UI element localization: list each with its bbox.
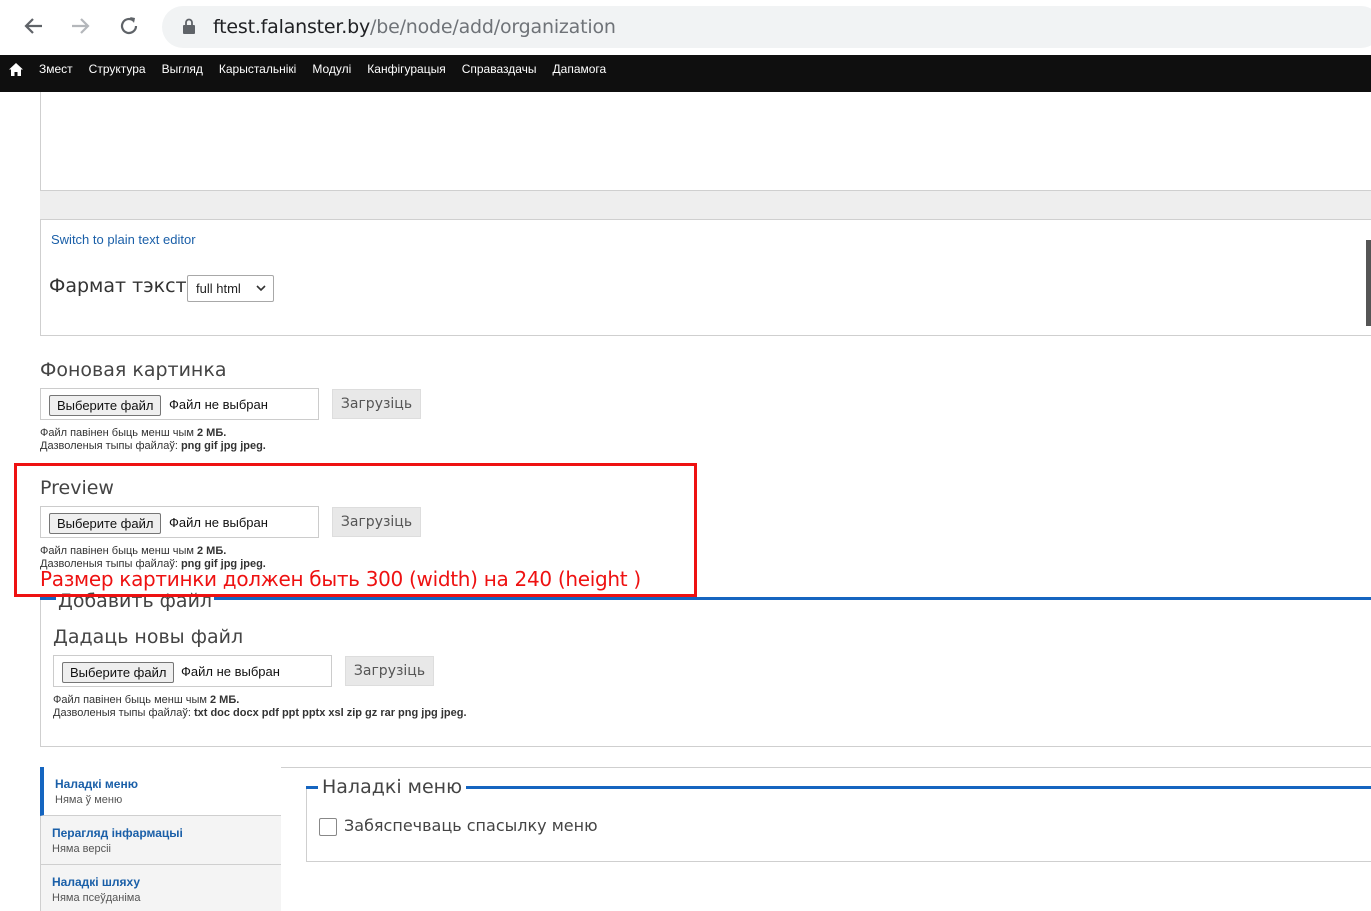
toolbar-item-structure[interactable]: Структура bbox=[89, 62, 146, 76]
annotation-text: Размер картинки должен быть 300 (width) … bbox=[40, 567, 641, 591]
home-icon[interactable] bbox=[9, 63, 23, 76]
background-image-choose-button[interactable]: Выберите файл bbox=[49, 395, 162, 416]
add-new-file-label: Дадаць новы файл bbox=[53, 626, 244, 648]
background-image-file-input[interactable]: Выберите файл Файл не выбран bbox=[40, 388, 319, 420]
url-text: ftest.falanster.by/be/node/add/organizat… bbox=[213, 16, 616, 38]
vertical-tabs-top-border bbox=[281, 767, 1371, 768]
vtab-summary: Няма ў меню bbox=[55, 794, 123, 806]
reload-button[interactable] bbox=[113, 10, 145, 42]
provide-menu-link-label[interactable]: Забяспечваць спасылку меню bbox=[344, 816, 598, 835]
switch-plain-text-link[interactable]: Switch to plain text editor bbox=[51, 232, 196, 247]
vtab-summary: Няма псеўданіма bbox=[52, 892, 141, 904]
add-file-fieldset-border bbox=[40, 597, 1371, 600]
wysiwyg-editor-area[interactable] bbox=[40, 92, 1371, 190]
help-types-prefix: Дазволеныя тыпы файлаў: bbox=[53, 707, 194, 719]
browser-chrome: ftest.falanster.by/be/node/add/organizat… bbox=[0, 0, 1371, 55]
chevron-down-icon bbox=[256, 285, 266, 292]
help-types-prefix: Дазволеныя тыпы файлаў: bbox=[40, 440, 181, 452]
help-types-value: txt doc docx pdf ppt pptx xsl zip gz rar… bbox=[193, 707, 467, 719]
toolbar-item-reports[interactable]: Справаздачы bbox=[462, 62, 537, 76]
reload-icon bbox=[120, 17, 138, 35]
background-image-label: Фоновая картинка bbox=[40, 359, 227, 381]
lock-icon bbox=[183, 18, 195, 34]
help-size-value: 2 МБ. bbox=[209, 694, 240, 706]
address-bar[interactable]: ftest.falanster.by/be/node/add/organizat… bbox=[162, 6, 1371, 48]
add-file-help: Файл павінен быць менш чым 2 МБ. Дазволе… bbox=[53, 694, 467, 720]
admin-toolbar: Змест Структура Выгляд Карыстальнікі Мод… bbox=[0, 55, 1371, 92]
arrow-left-icon bbox=[24, 18, 42, 34]
vtab-summary: Няма версіі bbox=[52, 843, 111, 855]
add-file-choose-button[interactable]: Выберите файл bbox=[62, 662, 175, 683]
url-path: /be/node/add/organization bbox=[370, 16, 616, 38]
vertical-tabs: Наладкі меню Няма ў меню Перагляд інфарм… bbox=[40, 767, 281, 911]
vtab-title: Перагляд інфармацыі bbox=[52, 826, 183, 840]
vtab-menu-settings[interactable]: Наладкі меню Няма ў меню bbox=[40, 767, 281, 816]
text-format-select[interactable]: full html bbox=[187, 275, 274, 302]
help-size-prefix: Файл павінен быць менш чым bbox=[40, 427, 197, 439]
add-file-no-file: Файл не выбран bbox=[181, 664, 280, 679]
admin-menu: Змест Структура Выгляд Карыстальнікі Мод… bbox=[39, 55, 622, 83]
toolbar-item-configuration[interactable]: Канфігурацыя bbox=[367, 62, 445, 76]
toolbar-item-appearance[interactable]: Выгляд bbox=[162, 62, 203, 76]
help-types-value: png gif jpg jpeg. bbox=[180, 440, 266, 452]
vtab-url-path-settings[interactable]: Наладкі шляху Няма псеўданіма bbox=[40, 865, 281, 911]
toolbar-item-modules[interactable]: Модулі bbox=[312, 62, 351, 76]
toolbar-item-content[interactable]: Змест bbox=[39, 62, 73, 76]
editor-status-bar bbox=[40, 190, 1371, 220]
text-format-value: full html bbox=[196, 281, 241, 296]
back-button[interactable] bbox=[17, 10, 49, 42]
add-file-upload-button[interactable]: Загрузіць bbox=[345, 656, 434, 686]
background-image-upload-button[interactable]: Загрузіць bbox=[332, 389, 421, 419]
arrow-right-icon bbox=[72, 18, 90, 34]
background-image-help: Файл павінен быць менш чым 2 МБ. Дазволе… bbox=[40, 427, 266, 453]
provide-menu-link-checkbox[interactable] bbox=[319, 818, 337, 836]
scrollbar-thumb[interactable] bbox=[1366, 240, 1371, 326]
vtab-revision-information[interactable]: Перагляд інфармацыі Няма версіі bbox=[40, 816, 281, 865]
add-file-input[interactable]: Выберите файл Файл не выбран bbox=[53, 655, 332, 687]
vtab-title: Наладкі меню bbox=[55, 777, 138, 791]
toolbar-item-people[interactable]: Карыстальнікі bbox=[219, 62, 296, 76]
text-format-label: Фармат тэксту bbox=[49, 275, 198, 297]
toolbar-item-help[interactable]: Дапамога bbox=[553, 62, 607, 76]
help-size-prefix: Файл павінен быць менш чым bbox=[53, 694, 210, 706]
menu-settings-legend: Наладкі меню bbox=[318, 776, 467, 798]
vtab-title: Наладкі шляху bbox=[52, 875, 141, 889]
forward-button[interactable] bbox=[65, 10, 97, 42]
help-size-value: 2 МБ. bbox=[196, 427, 227, 439]
background-image-no-file: Файл не выбран bbox=[169, 397, 268, 412]
url-host: ftest.falanster.by bbox=[213, 16, 371, 38]
